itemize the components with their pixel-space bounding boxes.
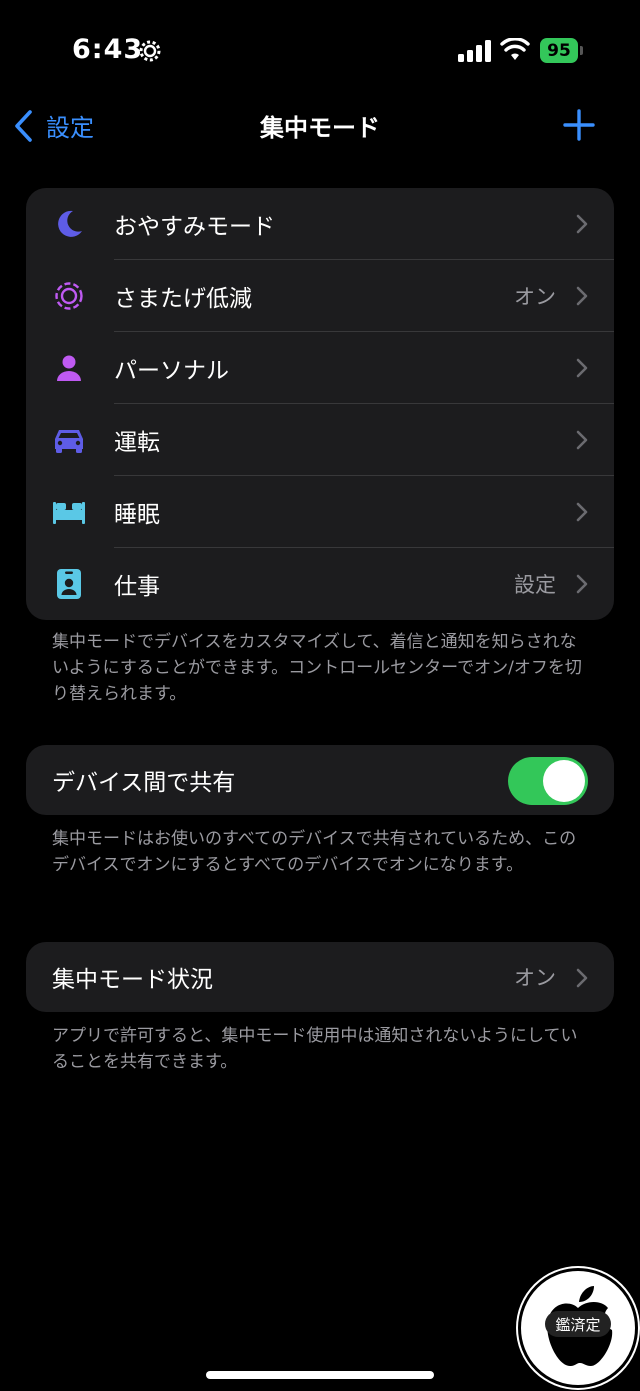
mode-label: 運転 xyxy=(114,430,160,456)
mode-row-sleep[interactable]: 睡眠 xyxy=(26,476,614,548)
status-row[interactable]: 集中モード状況 オン xyxy=(26,942,614,1012)
chevron-right-icon xyxy=(576,574,588,594)
modes-footer-text: 集中モードでデバイスをカスタマイズして、着信と通知を知らされないようにすることが… xyxy=(52,632,582,704)
focus-modes-list: おやすみモード さまたげ低減 オン パーソナル 運転 睡眠 仕事 設定 xyxy=(26,188,614,620)
mode-value: オン xyxy=(514,285,556,309)
mode-label: おやすみモード xyxy=(114,214,275,240)
mode-label: 仕事 xyxy=(114,574,160,600)
page-title: 集中モード xyxy=(260,114,380,142)
focus-status-row[interactable]: 集中モード状況 オン xyxy=(26,942,614,1012)
car-icon xyxy=(52,423,86,457)
battery-indicator: 95 xyxy=(540,38,578,63)
chevron-right-icon xyxy=(576,286,588,306)
id-badge-icon xyxy=(52,567,86,601)
share-row: デバイス間で共有 xyxy=(26,745,614,815)
mode-label: パーソナル xyxy=(114,358,229,384)
mode-row-reduce-interruptions[interactable]: さまたげ低減 オン xyxy=(26,260,614,332)
toggle-knob xyxy=(543,760,585,802)
mode-row-work[interactable]: 仕事 設定 xyxy=(26,548,614,620)
share-toggle[interactable] xyxy=(508,757,588,805)
mode-row-driving[interactable]: 運転 xyxy=(26,404,614,476)
chevron-right-icon xyxy=(576,502,588,522)
share-footer-text: 集中モードはお使いのすべてのデバイスで共有されているため、このデバイスでオンにす… xyxy=(52,829,577,875)
status-footer-text: アプリで許可すると、集中モード使用中は通知されないようにしていることを共有できま… xyxy=(52,1026,578,1072)
reduce-interruptions-icon xyxy=(52,279,86,313)
mode-label: さまたげ低減 xyxy=(114,286,252,312)
wifi-icon xyxy=(500,38,530,60)
person-icon xyxy=(52,351,86,385)
battery-level: 95 xyxy=(547,40,571,61)
chevron-right-icon xyxy=(576,214,588,234)
mode-value: 設定 xyxy=(514,573,556,597)
navigation-bar: 設定 集中モード xyxy=(0,100,640,152)
chevron-right-icon xyxy=(576,968,588,988)
mode-row-personal[interactable]: パーソナル xyxy=(26,332,614,404)
watermark-logo: 鑑済定 xyxy=(518,1268,638,1388)
mode-label: 睡眠 xyxy=(114,502,160,528)
status-value: オン xyxy=(514,966,556,990)
battery-tip xyxy=(580,46,583,55)
status-time: 6:43 xyxy=(72,34,144,65)
chevron-right-icon xyxy=(576,430,588,450)
chevron-right-icon xyxy=(576,358,588,378)
watermark-text: 鑑済定 xyxy=(545,1311,611,1337)
cellular-signal-icon xyxy=(458,40,491,62)
gear-icon xyxy=(139,40,161,62)
add-button[interactable] xyxy=(562,108,596,142)
moon-icon xyxy=(52,207,86,241)
bed-icon xyxy=(52,495,86,529)
status-label: 集中モード状況 xyxy=(52,967,213,993)
share-label: デバイス間で共有 xyxy=(52,770,236,796)
home-indicator[interactable] xyxy=(206,1371,434,1379)
mode-row-do-not-disturb[interactable]: おやすみモード xyxy=(26,188,614,260)
status-bar: 6:43 95 xyxy=(0,0,640,100)
share-across-devices-row: デバイス間で共有 xyxy=(26,745,614,815)
